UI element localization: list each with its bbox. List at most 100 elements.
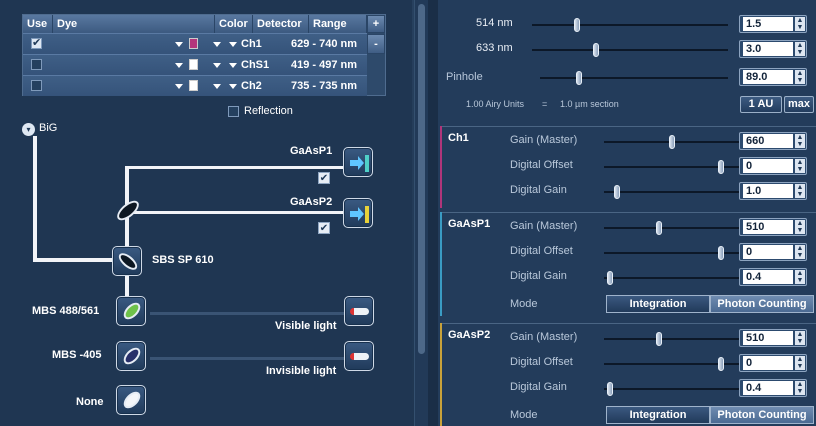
ch2-dgain-value[interactable]: 0.4 xyxy=(743,381,793,395)
spin-arrows-icon[interactable]: ▲ ▼ xyxy=(795,356,805,370)
use-checkbox[interactable] xyxy=(31,80,42,91)
dye-dropdown-icon[interactable] xyxy=(175,42,183,47)
ch1-dgain-slider-handle[interactable] xyxy=(607,271,613,285)
ch1-offset-spinbox[interactable]: 0 ▲ ▼ xyxy=(739,243,807,261)
color-swatch[interactable] xyxy=(189,38,198,49)
color-dropdown-icon[interactable] xyxy=(213,84,221,89)
dye-row[interactable]: ChS1 419 - 497 nm xyxy=(23,54,367,75)
ch0-offset-spinbox[interactable]: 0 ▲ ▼ xyxy=(739,157,807,175)
color-swatch[interactable] xyxy=(189,59,198,70)
spin-arrows-icon[interactable]: ▲ ▼ xyxy=(795,245,805,259)
remove-dye-button[interactable]: - xyxy=(367,34,385,54)
big-collapse-icon[interactable]: ▾ xyxy=(22,123,35,136)
spin-arrows-icon[interactable]: ▲ ▼ xyxy=(795,270,805,284)
scrollbar-thumb[interactable] xyxy=(418,4,425,354)
ch0-gain-value[interactable]: 660 xyxy=(743,134,793,148)
photon-counting-mode-button[interactable]: Photon Counting xyxy=(710,406,814,424)
photon-counting-mode-button[interactable]: Photon Counting xyxy=(710,295,814,313)
spin-arrows-icon[interactable]: ▲ ▼ xyxy=(795,42,805,56)
detector-dropdown-icon[interactable] xyxy=(229,84,237,89)
visible-light-button[interactable] xyxy=(344,296,374,326)
ch1-dgain-spinbox[interactable]: 0.4 ▲ ▼ xyxy=(739,268,807,286)
laser-1-slider-handle[interactable] xyxy=(593,43,599,57)
ch2-dgain-slider-handle[interactable] xyxy=(607,382,613,396)
integration-mode-button[interactable]: Integration xyxy=(606,406,710,424)
ch1-gain-slider[interactable] xyxy=(604,227,740,229)
ch1-gain-slider-handle[interactable] xyxy=(656,221,662,235)
color-swatch[interactable] xyxy=(189,80,198,91)
mbs1-button[interactable] xyxy=(116,296,146,326)
laser-0-spinbox[interactable]: 1.5 ▲ ▼ xyxy=(739,15,807,33)
spin-arrows-icon[interactable]: ▲ ▼ xyxy=(795,331,805,345)
add-dye-button[interactable]: + xyxy=(367,15,385,33)
ch1-gain-value[interactable]: 510 xyxy=(743,220,793,234)
gaasp1-checkbox[interactable]: ✔ xyxy=(318,172,330,184)
ch2-offset-slider-handle[interactable] xyxy=(718,357,724,371)
pinhole-value[interactable]: 89.0 xyxy=(743,70,793,84)
ch1-dgain-slider[interactable] xyxy=(604,277,740,279)
max-button[interactable]: max xyxy=(784,96,814,113)
sbs-filter-button[interactable] xyxy=(112,246,142,276)
detector-dropdown-icon[interactable] xyxy=(229,42,237,47)
ch0-gain-spinbox[interactable]: 660 ▲ ▼ xyxy=(739,132,807,150)
dye-dropdown-icon[interactable] xyxy=(175,63,183,68)
pinhole-spinbox[interactable]: 89.0 ▲ ▼ xyxy=(739,68,807,86)
ch1-offset-value[interactable]: 0 xyxy=(743,245,793,259)
use-checkbox[interactable] xyxy=(31,59,42,70)
spin-arrows-icon[interactable]: ▲ ▼ xyxy=(795,381,805,395)
ch2-dgain-spinbox[interactable]: 0.4 ▲ ▼ xyxy=(739,379,807,397)
laser-0-slider-handle[interactable] xyxy=(574,18,580,32)
gaasp1-detector-button[interactable] xyxy=(343,147,373,177)
reflection-checkbox[interactable] xyxy=(228,106,239,117)
ch2-offset-spinbox[interactable]: 0 ▲ ▼ xyxy=(739,354,807,372)
spin-arrows-icon[interactable]: ▲ ▼ xyxy=(795,159,805,173)
none-filter-button[interactable] xyxy=(116,385,146,415)
ch2-gain-spinbox[interactable]: 510 ▲ ▼ xyxy=(739,329,807,347)
color-dropdown-icon[interactable] xyxy=(213,63,221,68)
gaasp2-detector-button[interactable] xyxy=(343,198,373,228)
ch2-offset-value[interactable]: 0 xyxy=(743,356,793,370)
ch0-gain-slider-handle[interactable] xyxy=(669,135,675,149)
laser-1-value[interactable]: 3.0 xyxy=(743,42,793,56)
pinhole-slider-handle[interactable] xyxy=(576,71,582,85)
one-au-button[interactable]: 1 AU xyxy=(740,96,782,113)
ch0-offset-value[interactable]: 0 xyxy=(743,159,793,173)
ch1-offset-slider-handle[interactable] xyxy=(718,246,724,260)
color-dropdown-icon[interactable] xyxy=(213,42,221,47)
spin-arrows-icon[interactable]: ▲ ▼ xyxy=(795,17,805,31)
pinhole-slider[interactable] xyxy=(540,77,728,79)
ch0-offset-slider-handle[interactable] xyxy=(718,160,724,174)
left-scrollbar[interactable] xyxy=(414,0,428,426)
dye-row[interactable]: Ch2 735 - 735 nm xyxy=(23,75,367,96)
channel-name: Ch1 xyxy=(448,132,469,144)
use-checkbox[interactable] xyxy=(31,36,42,49)
beam-line xyxy=(128,211,343,214)
laser-1-spinbox[interactable]: 3.0 ▲ ▼ xyxy=(739,40,807,58)
mbs2-button[interactable] xyxy=(116,341,146,371)
ch0-dgain-value[interactable]: 1.0 xyxy=(743,184,793,198)
ch0-dgain-slider-handle[interactable] xyxy=(614,185,620,199)
spin-arrows-icon[interactable]: ▲ ▼ xyxy=(795,70,805,84)
laser-1-slider[interactable] xyxy=(532,49,728,51)
ch2-gain-slider-handle[interactable] xyxy=(656,332,662,346)
spin-arrows-icon[interactable]: ▲ ▼ xyxy=(795,184,805,198)
ch2-gain-slider[interactable] xyxy=(604,338,740,340)
ch0-dgain-slider[interactable] xyxy=(604,191,740,193)
laser-0-value[interactable]: 1.5 xyxy=(743,17,793,31)
gaasp2-checkbox[interactable]: ✔ xyxy=(318,222,330,234)
ch2-dgain-slider[interactable] xyxy=(604,388,740,390)
integration-mode-button[interactable]: Integration xyxy=(606,295,710,313)
laser-0-slider[interactable] xyxy=(532,24,728,26)
panel-splitter[interactable] xyxy=(428,0,438,426)
ch1-dgain-value[interactable]: 0.4 xyxy=(743,270,793,284)
spin-arrows-icon[interactable]: ▲ ▼ xyxy=(795,220,805,234)
ch2-gain-value[interactable]: 510 xyxy=(743,331,793,345)
ch0-dgain-spinbox[interactable]: 1.0 ▲ ▼ xyxy=(739,182,807,200)
channel-name: GaAsP1 xyxy=(448,218,491,230)
detector-dropdown-icon[interactable] xyxy=(229,63,237,68)
invisible-light-button[interactable] xyxy=(344,341,374,371)
spin-arrows-icon[interactable]: ▲ ▼ xyxy=(795,134,805,148)
dye-dropdown-icon[interactable] xyxy=(175,84,183,89)
ch1-gain-spinbox[interactable]: 510 ▲ ▼ xyxy=(739,218,807,236)
dye-row[interactable]: Ch1 629 - 740 nm xyxy=(23,33,367,54)
